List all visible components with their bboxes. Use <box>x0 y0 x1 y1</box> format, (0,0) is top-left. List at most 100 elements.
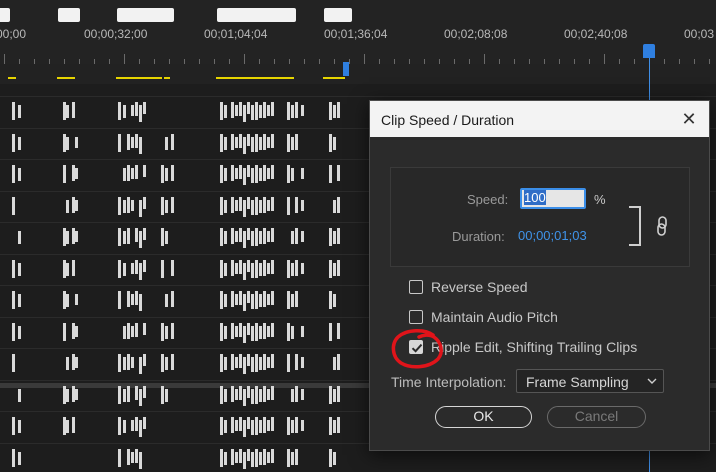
clip-segment[interactable] <box>139 137 142 154</box>
clip-segment[interactable] <box>287 134 290 152</box>
clip-segment[interactable] <box>287 197 290 215</box>
clip-segment[interactable] <box>243 420 246 437</box>
time-ruler[interactable]: 00;00 00;00;32;00 00;01;04;04 00;01;36;0… <box>0 0 716 64</box>
clip-segment[interactable] <box>224 105 227 118</box>
clip-segment[interactable] <box>123 326 126 339</box>
clip-segment[interactable] <box>259 231 262 244</box>
clip-segment[interactable] <box>247 417 250 429</box>
clip-segment[interactable] <box>231 228 234 244</box>
clip-segment[interactable] <box>271 134 274 148</box>
clip-segment[interactable] <box>165 357 168 370</box>
clip-segment[interactable] <box>66 200 69 213</box>
clip-segment[interactable] <box>287 291 290 309</box>
clip-segment[interactable] <box>224 168 227 181</box>
clip-segment[interactable] <box>295 197 298 213</box>
clip-segment[interactable] <box>243 231 246 248</box>
clip-segment[interactable] <box>295 228 298 244</box>
clip-segment[interactable] <box>75 231 78 242</box>
clip-segment[interactable] <box>247 354 250 366</box>
clip-segment[interactable] <box>165 137 168 150</box>
clip-segment[interactable] <box>243 105 246 122</box>
clip-segment[interactable] <box>329 291 332 309</box>
clip-segment[interactable] <box>251 452 254 467</box>
clip-segment[interactable] <box>291 389 294 402</box>
clip-segment[interactable] <box>267 294 270 305</box>
clip-segment[interactable] <box>243 200 246 217</box>
clip-segment[interactable] <box>291 294 294 307</box>
clip-segment[interactable] <box>255 197 258 215</box>
clip-segment[interactable] <box>131 137 134 148</box>
clip-segment[interactable] <box>63 165 66 183</box>
clip-segment[interactable] <box>251 105 254 120</box>
clip-segment[interactable] <box>263 449 266 465</box>
clip-segment[interactable] <box>231 449 234 465</box>
clip-segment[interactable] <box>220 102 223 120</box>
clip-segment[interactable] <box>118 102 121 120</box>
clip-segment[interactable] <box>135 134 138 148</box>
clip-segment[interactable] <box>12 165 15 183</box>
clip-segment[interactable] <box>239 354 242 368</box>
clip-segment[interactable] <box>143 228 146 240</box>
clip-segment[interactable] <box>131 357 134 368</box>
clip-segment[interactable] <box>118 417 121 435</box>
clip-segment[interactable] <box>267 168 270 179</box>
clip-segment[interactable] <box>243 326 246 343</box>
clip-segment[interactable] <box>259 263 262 276</box>
clip-segment[interactable] <box>231 354 234 370</box>
clip-segment[interactable] <box>161 228 164 246</box>
clip-segment[interactable] <box>259 326 262 339</box>
clip-segment[interactable] <box>75 294 78 305</box>
clip-segment[interactable] <box>220 386 223 404</box>
clip-segment[interactable] <box>255 291 258 309</box>
clip-segment[interactable] <box>247 228 250 240</box>
clip-segment[interactable] <box>18 294 21 307</box>
clip-segment[interactable] <box>139 452 142 469</box>
clip-segment[interactable] <box>131 105 134 116</box>
clip-segment[interactable] <box>75 326 78 337</box>
clip-segment[interactable] <box>267 326 270 337</box>
clip-segment[interactable] <box>123 105 126 118</box>
speed-input[interactable]: 100 <box>520 188 586 209</box>
clip-segment[interactable] <box>123 231 126 244</box>
clip-segment[interactable] <box>161 165 164 183</box>
clip-segment[interactable] <box>271 386 274 400</box>
clip-segment[interactable] <box>135 291 138 305</box>
clip-segment[interactable] <box>235 294 238 305</box>
clip-segment[interactable] <box>231 165 234 181</box>
clip-segment[interactable] <box>139 263 142 280</box>
clip-segment[interactable] <box>251 294 254 309</box>
clip-segment[interactable] <box>301 200 304 211</box>
clip-segment[interactable] <box>75 357 78 368</box>
clip-segment[interactable] <box>247 323 250 335</box>
clip-segment[interactable] <box>143 386 146 398</box>
clip-segment[interactable] <box>135 323 138 337</box>
clip-segment[interactable] <box>135 165 138 179</box>
clip-segment[interactable] <box>287 449 290 467</box>
clip-segment[interactable] <box>18 263 21 276</box>
clip-segment[interactable] <box>247 449 250 461</box>
clip-segment[interactable] <box>224 231 227 244</box>
clip-segment[interactable] <box>131 263 134 274</box>
clip-segment[interactable] <box>337 260 340 276</box>
clip-segment[interactable] <box>329 260 332 278</box>
clip-segment[interactable] <box>295 102 298 118</box>
clip-segment[interactable] <box>255 386 258 404</box>
clip-segment[interactable] <box>295 354 298 370</box>
clip-segment[interactable] <box>287 102 290 120</box>
clip-segment[interactable] <box>75 200 78 211</box>
clip-segment[interactable] <box>135 260 138 274</box>
clip-segment[interactable] <box>66 420 69 433</box>
clip-segment[interactable] <box>231 260 234 276</box>
clip-segment[interactable] <box>255 260 258 278</box>
clip-segment[interactable] <box>263 197 266 213</box>
clip-segment[interactable] <box>329 417 332 435</box>
clip-segment[interactable] <box>235 326 238 337</box>
clip-segment[interactable] <box>165 231 168 244</box>
clip-segment[interactable] <box>263 417 266 433</box>
clip-segment[interactable] <box>143 354 146 366</box>
clip-segment[interactable] <box>243 137 246 154</box>
clip-segment[interactable] <box>329 228 332 246</box>
clip-segment[interactable] <box>118 228 121 246</box>
clip-segment[interactable] <box>329 449 332 467</box>
time-interpolation-select[interactable]: Frame Sampling <box>516 369 664 393</box>
